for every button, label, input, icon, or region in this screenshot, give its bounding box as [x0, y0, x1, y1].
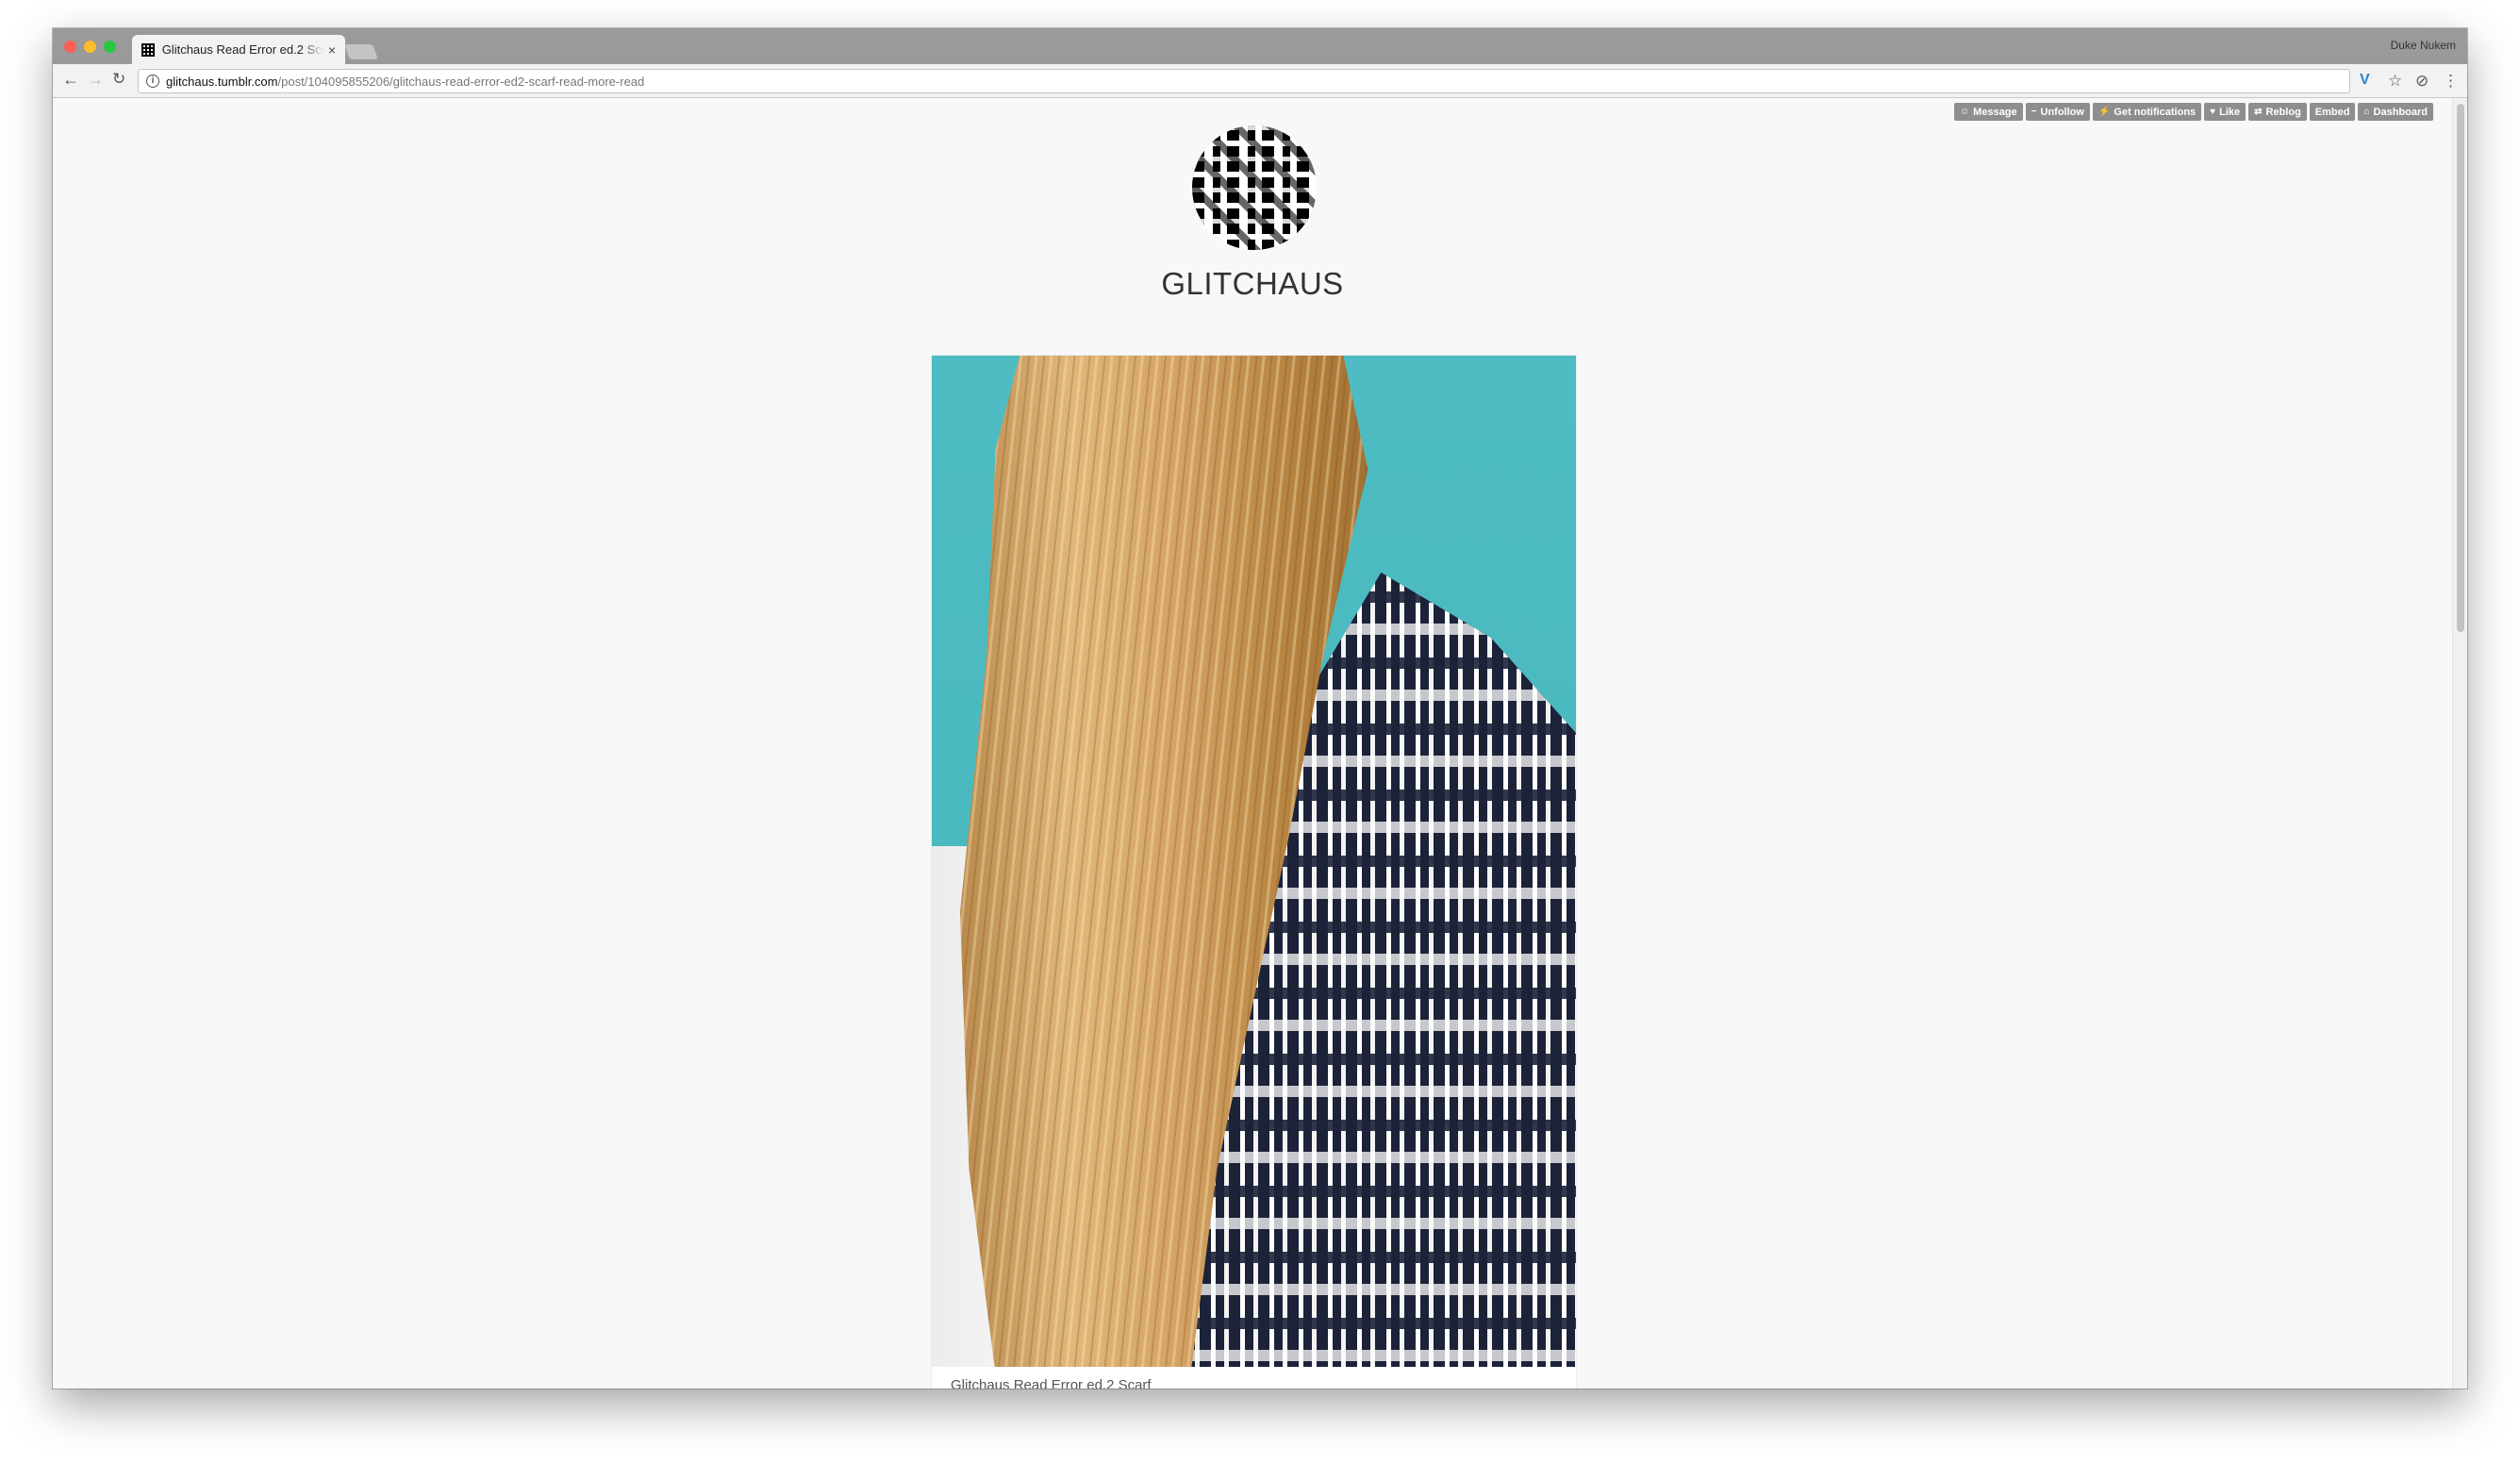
- message-label: Message: [1973, 106, 2017, 118]
- profile-name[interactable]: Duke Nukem: [2391, 39, 2456, 52]
- extension-icon[interactable]: V: [2360, 72, 2370, 89]
- info-icon[interactable]: i: [146, 75, 159, 88]
- back-arrow-icon[interactable]: ←: [62, 70, 79, 90]
- bookmark-star-icon[interactable]: ☆: [2388, 72, 2402, 91]
- post-photo[interactable]: [932, 356, 1576, 1367]
- photo-post: Glitchaus Read Error ed.2 Scarf: [931, 355, 1577, 1389]
- get-notifications-button[interactable]: ⚡ Get notifications: [2092, 103, 2202, 121]
- reblog-icon: ⇄: [2254, 107, 2263, 117]
- browser-window: Glitchaus Read Error ed.2 Scarf × Duke N…: [53, 28, 2467, 1389]
- post-caption: Glitchaus Read Error ed.2 Scarf: [951, 1377, 1152, 1389]
- minimize-window-button[interactable]: [84, 41, 96, 53]
- favicon-icon: [141, 42, 155, 57]
- reblog-button[interactable]: ⇄ Reblog: [2248, 103, 2307, 121]
- tab-title: Glitchaus Read Error ed.2 Scarf: [161, 42, 324, 57]
- dashboard-button[interactable]: ⌂ Dashboard: [2358, 103, 2433, 121]
- reblog-label: Reblog: [2265, 106, 2301, 118]
- maximize-window-button[interactable]: [104, 41, 116, 53]
- lightning-icon: ⚡: [2097, 107, 2111, 117]
- tumblr-controls: ☺ Message − Unfollow ⚡ Get notifications…: [1953, 103, 2433, 121]
- embed-button[interactable]: Embed: [2309, 103, 2356, 121]
- close-tab-icon[interactable]: ×: [328, 42, 336, 58]
- forward-arrow-icon[interactable]: →: [87, 70, 104, 90]
- browser-menu-icon[interactable]: ⋮: [2443, 72, 2459, 91]
- home-icon: ⌂: [2363, 107, 2370, 117]
- unfollow-label: Unfollow: [2040, 106, 2084, 118]
- browser-toolbar: ← → ↻ i glitchaus.tumblr.com/post/104095…: [53, 64, 2467, 98]
- message-button[interactable]: ☺ Message: [1953, 103, 2023, 121]
- reload-icon[interactable]: ↻: [112, 70, 125, 89]
- url-path: /post/104095855206/glitchaus-read-error-…: [277, 74, 645, 89]
- heart-icon: ♥: [2210, 107, 2216, 117]
- page-content: ☺ Message − Unfollow ⚡ Get notifications…: [53, 98, 2452, 1389]
- tab-active[interactable]: Glitchaus Read Error ed.2 Scarf ×: [132, 35, 345, 64]
- tab-strip: Glitchaus Read Error ed.2 Scarf × Duke N…: [53, 28, 2467, 64]
- minus-icon: −: [2031, 107, 2037, 117]
- like-label: Like: [2219, 106, 2241, 118]
- close-window-button[interactable]: [64, 41, 76, 53]
- new-tab-button[interactable]: [344, 44, 378, 59]
- scrollbar-thumb[interactable]: [2457, 104, 2464, 632]
- unfollow-button[interactable]: − Unfollow: [2025, 103, 2090, 121]
- embed-label: Embed: [2314, 106, 2350, 118]
- address-bar[interactable]: i glitchaus.tumblr.com/post/104095855206…: [138, 69, 2350, 93]
- blog-title[interactable]: GLITCHAUS: [53, 266, 2452, 302]
- url-host: glitchaus.tumblr.com: [166, 74, 278, 89]
- like-button[interactable]: ♥ Like: [2204, 103, 2246, 121]
- message-icon: ☺: [1959, 107, 1970, 117]
- blog-avatar[interactable]: [1192, 125, 1317, 250]
- dashboard-label: Dashboard: [2373, 106, 2428, 118]
- get-notifications-label: Get notifications: [2114, 106, 2197, 118]
- block-extension-icon[interactable]: ⊘: [2415, 72, 2429, 91]
- page-scrollbar[interactable]: [2452, 98, 2467, 1389]
